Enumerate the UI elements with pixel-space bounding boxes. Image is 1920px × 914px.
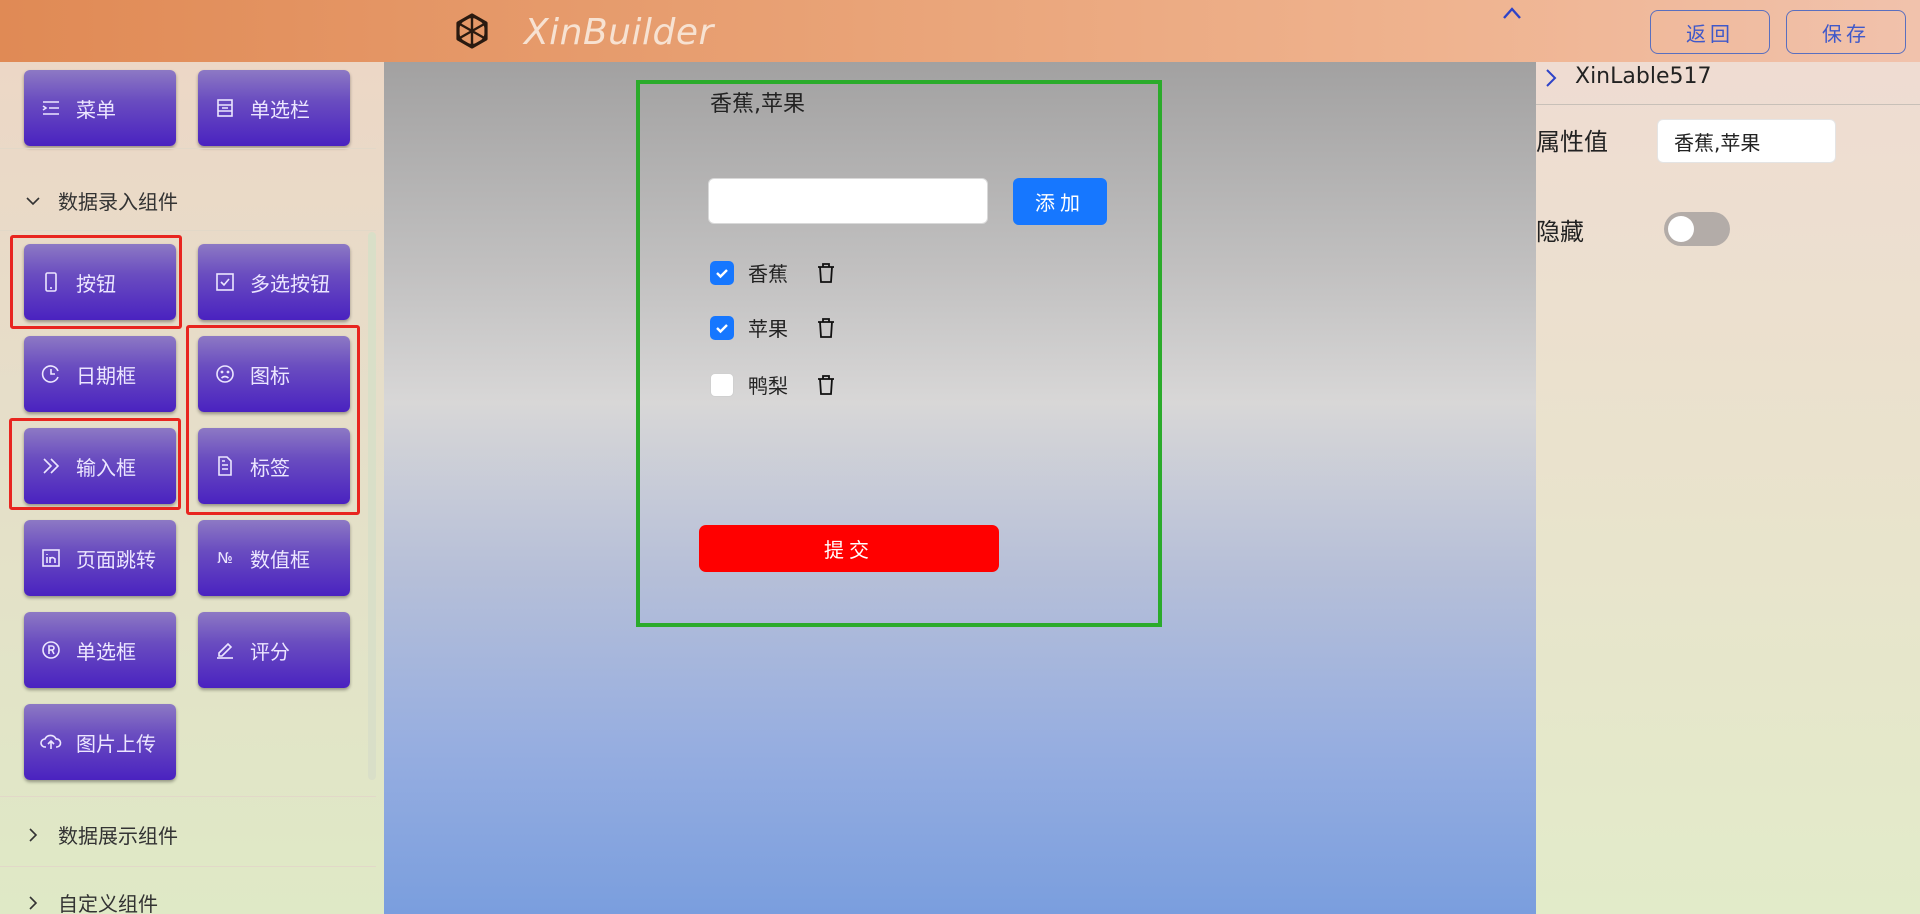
checkbox-option[interactable]: 香蕉 xyxy=(710,258,838,287)
component-icon-button[interactable]: 图标 xyxy=(198,336,350,412)
section-data-display[interactable]: 数据展示组件 xyxy=(24,820,178,849)
sidebar-divider xyxy=(0,796,376,797)
component-label: 日期框 xyxy=(76,363,136,388)
checkbox-unchecked[interactable] xyxy=(710,372,734,397)
component-label: 图片上传 xyxy=(76,731,156,756)
sidebar-divider xyxy=(0,866,376,867)
hidden-label: 隐藏 xyxy=(1536,218,1584,246)
component-rate-button[interactable]: 评分 xyxy=(198,612,350,688)
trash-icon[interactable] xyxy=(814,316,838,340)
sidebar-divider xyxy=(0,148,376,149)
openai-logo-icon xyxy=(456,13,488,49)
component-image-upload-button[interactable]: 图片上传 xyxy=(24,704,176,780)
option-input[interactable] xyxy=(708,178,988,224)
checkbox-checked[interactable] xyxy=(710,315,734,340)
properties-panel xyxy=(1536,62,1920,914)
mobile-icon xyxy=(45,272,57,292)
linkedin-icon xyxy=(42,549,60,567)
edit-icon xyxy=(217,642,233,659)
label-component[interactable]: 香蕉,苹果 xyxy=(710,86,805,118)
chevron-up-icon[interactable] xyxy=(1500,2,1524,26)
option-label: 苹果 xyxy=(748,317,788,341)
component-name: XinLable517 xyxy=(1575,64,1712,89)
checkbox-checked[interactable] xyxy=(710,260,734,285)
component-number-button[interactable]: № 数值框 xyxy=(198,520,350,596)
add-button[interactable]: 添加 xyxy=(1013,178,1107,225)
back-button[interactable]: 返回 xyxy=(1650,10,1770,54)
panel-divider xyxy=(1536,104,1920,105)
option-label: 鸭梨 xyxy=(748,374,788,398)
component-label: 评分 xyxy=(250,639,290,664)
frown-icon xyxy=(216,365,234,383)
property-value-input[interactable] xyxy=(1657,119,1836,163)
cloud-upload-icon xyxy=(40,734,62,749)
file-text-icon xyxy=(218,456,232,476)
toggle-knob xyxy=(1668,216,1694,242)
component-checkbox-button[interactable]: 多选按钮 xyxy=(198,244,350,320)
section-data-entry[interactable]: 数据录入组件 xyxy=(24,186,178,215)
property-value-label: 属性值 xyxy=(1536,128,1608,156)
component-date-button[interactable]: 日期框 xyxy=(24,336,176,412)
trash-icon[interactable] xyxy=(814,261,838,285)
checkbox-icon xyxy=(216,273,234,291)
component-label-button[interactable]: 标签 xyxy=(198,428,350,504)
option-label: 香蕉 xyxy=(748,262,788,286)
section-title: 数据展示组件 xyxy=(58,824,178,848)
app-title: XinBuilder xyxy=(524,12,714,53)
component-label: 图标 xyxy=(250,363,290,388)
chevron-right-icon xyxy=(29,895,38,910)
submit-button[interactable]: 提交 xyxy=(699,525,999,572)
component-label: 输入框 xyxy=(76,455,136,480)
check-icon xyxy=(716,323,728,333)
section-title: 数据录入组件 xyxy=(58,190,178,214)
component-input-button[interactable]: 输入框 xyxy=(24,428,176,504)
registered-icon xyxy=(42,641,60,659)
component-label: 多选按钮 xyxy=(250,271,330,296)
section-custom[interactable]: 自定义组件 xyxy=(24,888,158,914)
radio-group-icon xyxy=(217,99,233,117)
check-icon xyxy=(716,268,728,278)
component-page-jump-button[interactable]: 页面跳转 xyxy=(24,520,176,596)
checkbox-option[interactable]: 苹果 xyxy=(710,313,838,342)
chevron-right-icon[interactable] xyxy=(1540,66,1562,90)
number-icon: № xyxy=(217,549,233,567)
double-right-icon xyxy=(43,458,60,474)
header-bar: XinBuilder 返回 保存 xyxy=(0,0,1920,62)
component-label: 按钮 xyxy=(76,271,116,296)
component-label: 单选框 xyxy=(76,639,136,664)
component-radio-group-button[interactable]: 单选栏 xyxy=(198,70,350,146)
trash-icon[interactable] xyxy=(814,373,838,397)
chevron-down-icon xyxy=(26,196,40,205)
component-label: 数值框 xyxy=(250,547,310,572)
sidebar-divider xyxy=(0,230,376,231)
component-label: 页面跳转 xyxy=(76,547,156,572)
component-radio-button[interactable]: 单选框 xyxy=(24,612,176,688)
component-label: 标签 xyxy=(250,455,290,480)
checkbox-option[interactable]: 鸭梨 xyxy=(710,370,838,399)
save-button[interactable]: 保存 xyxy=(1786,10,1906,54)
hidden-toggle[interactable] xyxy=(1664,212,1730,246)
section-title: 自定义组件 xyxy=(58,892,158,914)
sidebar-scrollbar[interactable] xyxy=(368,232,376,780)
component-label: 单选栏 xyxy=(250,97,310,122)
component-menu-button[interactable]: 菜单 xyxy=(24,70,176,146)
component-label: 菜单 xyxy=(76,97,116,122)
clock-icon xyxy=(41,365,59,383)
chevron-right-icon xyxy=(29,827,38,842)
component-button-button[interactable]: 按钮 xyxy=(24,244,176,320)
menu-list-icon xyxy=(42,101,59,115)
